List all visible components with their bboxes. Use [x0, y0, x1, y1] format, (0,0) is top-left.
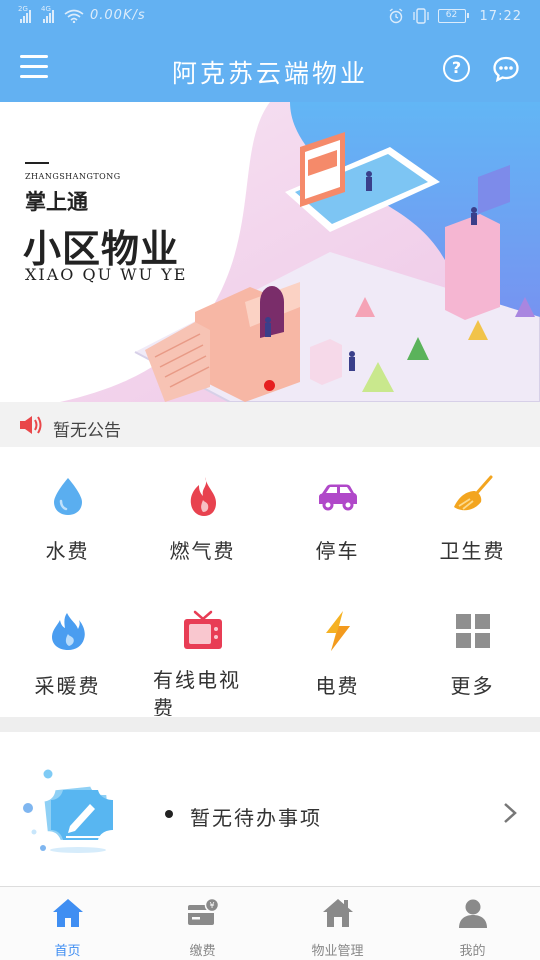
help-icon[interactable]: ? — [443, 55, 470, 82]
broom-icon — [453, 475, 492, 511]
carousel-dot-active[interactable] — [264, 380, 275, 391]
banner-title-small: 掌上通 — [25, 190, 88, 214]
service-heating[interactable]: 采暖费 — [0, 582, 135, 717]
nav-property[interactable]: 物业管理 — [270, 887, 405, 960]
grid-more-icon — [455, 614, 490, 648]
network-speed: 0.00K/s — [90, 8, 146, 23]
top-header: 2G 4G 0.00K/s 62 17:22 阿克苏云端物业 ? — [0, 0, 540, 102]
message-icon[interactable] — [492, 55, 520, 83]
chevron-right-icon[interactable] — [502, 802, 518, 824]
service-grid: 水费 燃气费 停车 卫生费 采暖费 有线电视费 电费 更多 — [0, 447, 540, 717]
banner-carousel[interactable]: ZHANGSHANGTONG 掌上通 小区物业 XIAO QU WU YE — [0, 102, 540, 402]
nav-label: 我的 — [459, 944, 486, 959]
wifi-icon — [64, 9, 84, 23]
speaker-icon — [20, 416, 42, 434]
heating-flame-icon — [51, 613, 85, 650]
service-electricity[interactable]: 电费 — [270, 582, 405, 717]
service-water[interactable]: 水费 — [0, 447, 135, 582]
todo-bullet — [165, 810, 173, 818]
banner-pinyin-big: XIAO QU WU YE — [25, 265, 188, 284]
nav-label: 首页 — [54, 944, 81, 959]
signal-icon: 2G — [18, 5, 31, 23]
notice-bar[interactable]: 暂无公告 — [0, 402, 540, 447]
water-drop-icon — [53, 478, 82, 515]
alarm-icon — [389, 8, 402, 24]
service-label: 更多 — [450, 674, 495, 698]
ticket-edit-icon — [23, 769, 113, 853]
service-label: 电费 — [315, 674, 360, 698]
service-label: 燃气费 — [169, 539, 236, 563]
lightning-icon — [325, 611, 350, 651]
service-more[interactable]: 更多 — [405, 582, 540, 717]
bottom-nav: 首页 ¥ 缴费 物业管理 我的 — [0, 886, 540, 960]
flame-icon — [190, 477, 216, 516]
banner-mark — [25, 162, 49, 164]
vibrate-icon — [412, 8, 429, 24]
service-label: 停车 — [315, 539, 360, 563]
car-icon — [318, 484, 357, 511]
service-sanitation[interactable]: 卫生费 — [405, 447, 540, 582]
section-divider — [0, 717, 540, 732]
service-parking[interactable]: 停车 — [270, 447, 405, 582]
home-icon — [52, 899, 83, 927]
nav-home[interactable]: 首页 — [0, 887, 135, 960]
battery-indicator: 62 — [437, 9, 469, 23]
signal-4g-icon: 4G — [41, 5, 54, 23]
service-cable-tv[interactable]: 有线电视费 — [135, 582, 270, 717]
service-label: 卫生费 — [439, 539, 506, 563]
payment-card-icon: ¥ — [187, 897, 219, 925]
nav-label: 物业管理 — [311, 944, 364, 959]
nav-mine[interactable]: 我的 — [405, 887, 540, 960]
status-bar: 2G 4G 0.00K/s 62 17:22 — [0, 0, 540, 36]
tv-icon — [183, 610, 222, 649]
nav-payment[interactable]: ¥ 缴费 — [135, 887, 270, 960]
service-gas[interactable]: 燃气费 — [135, 447, 270, 582]
user-icon — [458, 899, 487, 928]
svg-text:¥: ¥ — [209, 901, 214, 910]
service-label: 采暖费 — [34, 674, 101, 698]
property-house-icon — [322, 899, 353, 927]
todo-text: 暂无待办事项 — [190, 806, 322, 830]
service-label: 有线电视费 — [153, 668, 241, 716]
notice-text: 暂无公告 — [53, 421, 121, 441]
service-label: 水费 — [45, 539, 90, 563]
banner-pinyin-small: ZHANGSHANGTONG — [25, 172, 121, 181]
clock: 17:22 — [479, 8, 522, 24]
todo-section[interactable]: 暂无待办事项 — [0, 732, 540, 886]
nav-label: 缴费 — [189, 944, 216, 959]
